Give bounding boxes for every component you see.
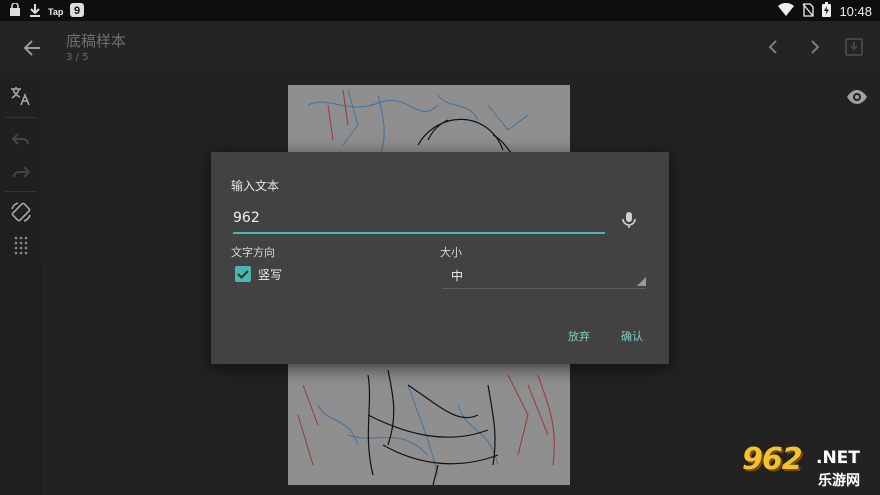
page-title: 底稿样本: [66, 32, 127, 50]
dropdown-arrow-icon: [637, 277, 646, 286]
redo-icon[interactable]: [9, 160, 33, 184]
app-9-icon: 9: [70, 2, 85, 21]
eye-icon[interactable]: [846, 86, 868, 108]
save-icon[interactable]: [844, 37, 864, 57]
rotate-screen-icon[interactable]: [9, 200, 33, 224]
no-sim-icon: [802, 2, 815, 21]
microphone-icon[interactable]: [619, 210, 639, 230]
text-direction-label: 文字方向: [231, 246, 275, 259]
page-counter: 3 / 5: [66, 52, 89, 63]
toolbar-divider: [5, 117, 37, 118]
cancel-button[interactable]: 放弃: [568, 328, 590, 344]
download-icon: [29, 2, 41, 21]
size-dropdown[interactable]: 中: [442, 258, 646, 289]
chevron-right-icon[interactable]: [804, 37, 824, 57]
vertical-checkbox[interactable]: [235, 266, 251, 282]
watermark-suffix: .NET: [816, 448, 860, 468]
side-toolbar: [0, 73, 42, 265]
clock-time: 10:48: [839, 4, 872, 19]
chevron-left-icon[interactable]: [764, 37, 784, 57]
battery-icon: [822, 2, 832, 21]
arrow-back-icon[interactable]: [20, 35, 46, 61]
check-icon: [237, 270, 249, 279]
watermark-number: 962: [742, 442, 803, 477]
text-input-dialog: 输入文本 文字方向 大小 竖写 中 放弃 确认: [211, 152, 669, 364]
text-input-field[interactable]: [233, 206, 605, 234]
app-bar: 底稿样本 3 / 5: [0, 21, 880, 73]
watermark-subtitle: 乐游网: [818, 473, 860, 489]
svg-text:9: 9: [74, 5, 80, 17]
bag-icon: [8, 2, 22, 21]
wifi-icon: [778, 2, 795, 20]
toolbar-divider: [5, 191, 37, 192]
undo-icon[interactable]: [9, 127, 33, 151]
size-dropdown-value: 中: [451, 269, 464, 283]
grid-dots-icon[interactable]: [9, 233, 33, 257]
translate-icon[interactable]: [9, 84, 33, 108]
confirm-button[interactable]: 确认: [621, 328, 643, 344]
status-bar: Tap 9 10:48: [0, 0, 880, 21]
vertical-checkbox-label[interactable]: 竖写: [258, 266, 282, 283]
tap-label: Tap: [48, 6, 64, 17]
watermark-logo: 962 .NET 乐游网: [738, 442, 876, 492]
dialog-title: 输入文本: [231, 179, 280, 193]
